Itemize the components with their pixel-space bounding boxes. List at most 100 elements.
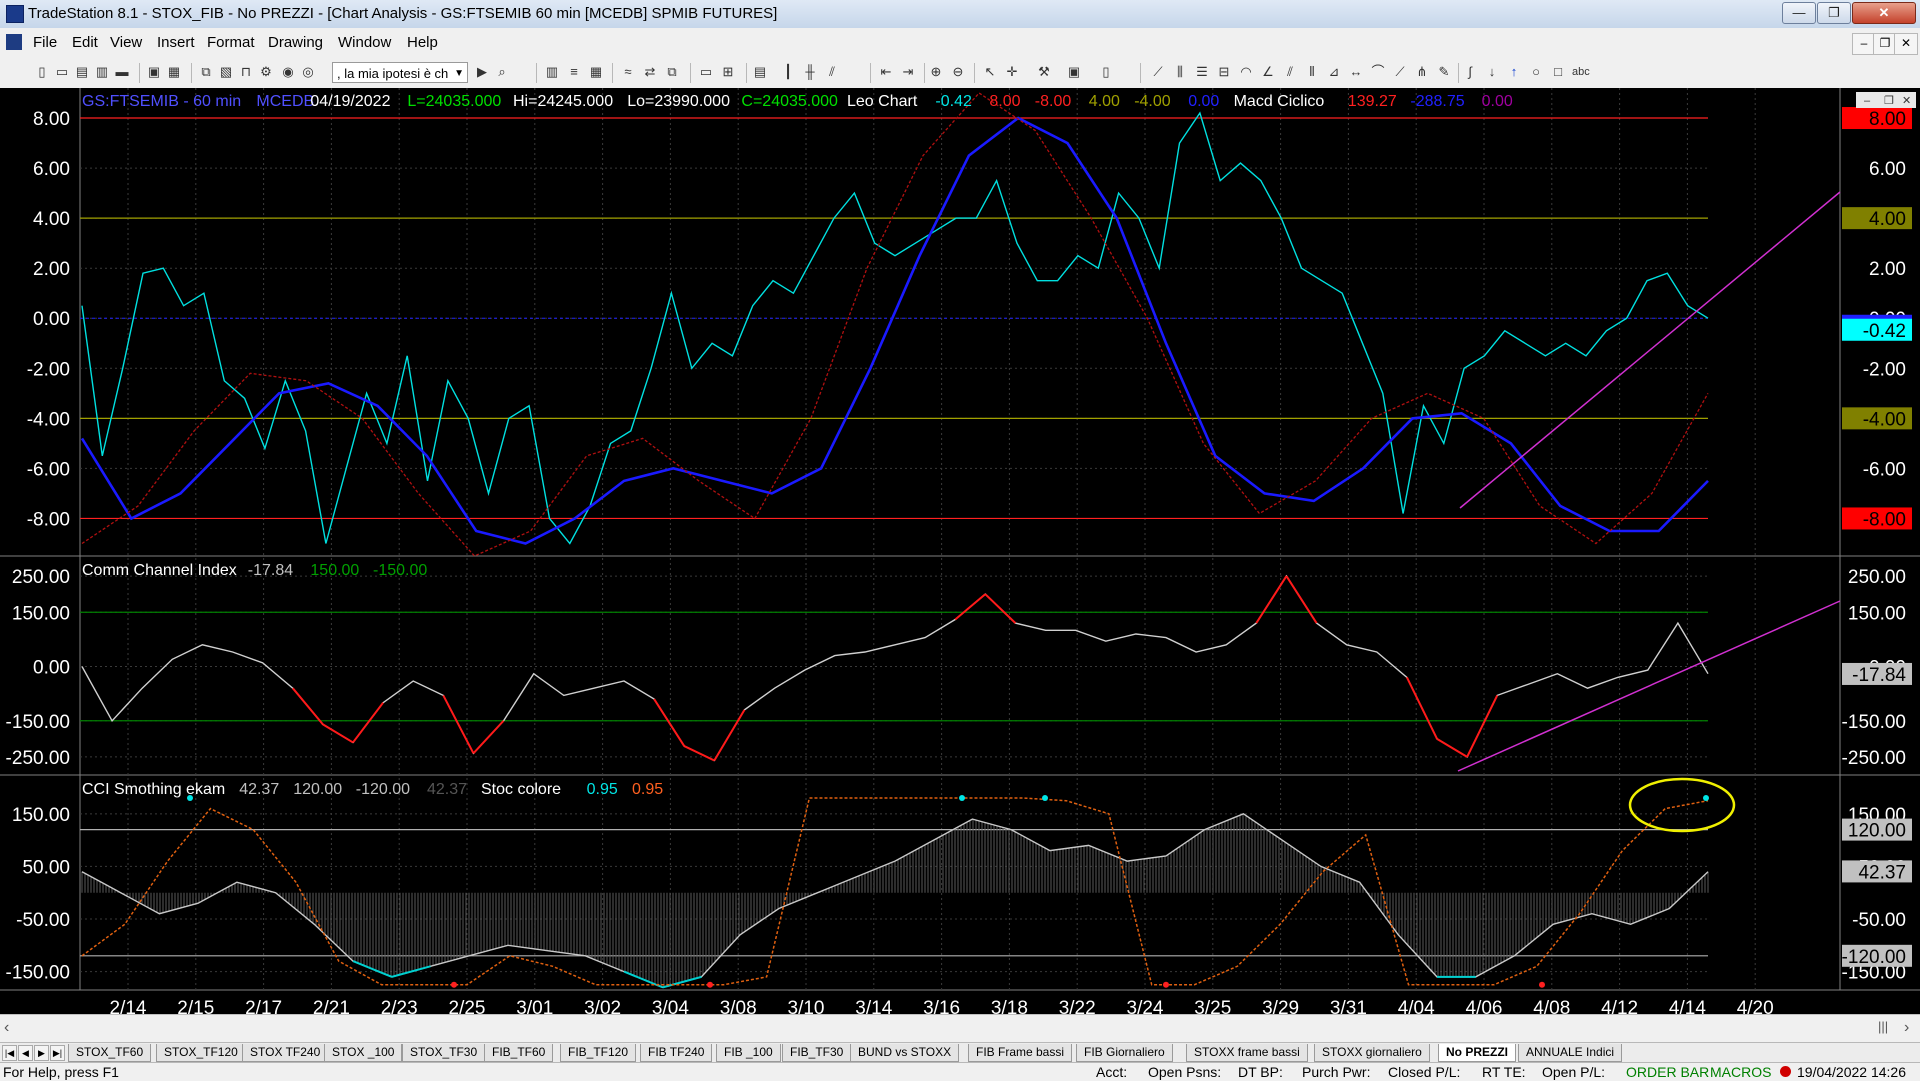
tab-prev-icon[interactable]: ◀ xyxy=(18,1045,33,1061)
workspace-tab[interactable]: FIB_TF120 xyxy=(560,1044,637,1062)
search-icon[interactable]: ⌕ xyxy=(494,64,510,80)
pen-icon[interactable]: ✎ xyxy=(1436,64,1452,80)
open-folder-icon[interactable]: ▭ xyxy=(54,64,70,80)
workspace-tab[interactable]: STOX_TF120 xyxy=(156,1044,246,1062)
copy-icon[interactable]: ⧉ xyxy=(198,64,214,80)
workspace-tab[interactable]: ANNUALE Indici xyxy=(1518,1044,1623,1062)
workspace-tab[interactable]: STOX_TF30 xyxy=(402,1044,486,1062)
subwindow-close-icon[interactable]: ✕ xyxy=(1902,95,1911,107)
status-order-bar[interactable]: ORDER BAR xyxy=(1626,1064,1709,1080)
workspace-tab[interactable]: STOXX frame bassi xyxy=(1186,1044,1308,1062)
mdi-close-button[interactable]: ✕ xyxy=(1894,33,1918,55)
workspace-tab[interactable]: No PREZZI xyxy=(1438,1044,1516,1062)
bar-style-icon[interactable]: ╫ xyxy=(802,64,818,80)
menu-view[interactable]: View xyxy=(110,34,142,51)
new-document-icon[interactable]: ▯ xyxy=(34,64,50,80)
horizontal-lines-icon[interactable]: ☰ xyxy=(1194,64,1210,80)
arc-icon[interactable]: ◠ xyxy=(1238,64,1254,80)
lock-icon[interactable]: ⊓ xyxy=(238,64,254,80)
minimize-button[interactable]: — xyxy=(1782,2,1816,24)
pitchfork-icon[interactable]: ⋔ xyxy=(1414,64,1430,80)
rectangle-icon[interactable]: □ xyxy=(1550,64,1566,80)
workspace-tab[interactable]: STOX TF240 xyxy=(242,1044,329,1062)
cycle-icon[interactable]: ⌒ xyxy=(1370,64,1386,80)
new-workspace-icon[interactable]: ▤ xyxy=(74,64,90,80)
status-macros[interactable]: MACROS xyxy=(1710,1064,1771,1080)
workspace-tab[interactable]: BUND vs STOXX xyxy=(850,1044,960,1062)
disabled-icon[interactable]: ▯ xyxy=(1098,64,1114,80)
scroll-right-arrow[interactable]: › xyxy=(1904,1019,1909,1037)
chart-window-icon[interactable] xyxy=(6,34,22,50)
menu-window[interactable]: Window xyxy=(338,34,391,51)
strategy-icon[interactable]: ⇄ xyxy=(642,64,658,80)
calculator-icon[interactable]: ▤ xyxy=(752,64,768,80)
vertical-lines-icon[interactable]: ⫴ xyxy=(1304,64,1320,80)
workspace-tab[interactable]: STOXX giornaliero xyxy=(1314,1044,1430,1062)
menu-drawing[interactable]: Drawing xyxy=(268,34,323,51)
zoom-out-icon[interactable]: ⊖ xyxy=(950,64,966,80)
indicator-icon[interactable]: ⧉ xyxy=(664,64,680,80)
speed-lines-icon[interactable]: ⟋ xyxy=(1392,64,1408,80)
tab-first-icon[interactable]: |◀ xyxy=(2,1045,17,1061)
play-icon[interactable]: ▶ xyxy=(474,64,490,80)
angle-icon[interactable]: ∠ xyxy=(1260,64,1276,80)
line-style-icon[interactable]: ⫽ xyxy=(824,64,840,80)
chevron-down-icon[interactable]: ▼ xyxy=(454,63,464,82)
scroll-left-arrow[interactable]: ‹ xyxy=(4,1019,9,1037)
globe-icon[interactable]: ◉ xyxy=(280,64,296,80)
scroll-thumb[interactable]: ||| xyxy=(1878,1019,1888,1034)
workspace-tab[interactable]: FIB_TF60 xyxy=(484,1044,554,1062)
workspace-tab[interactable]: STOX_TF60 xyxy=(68,1044,152,1062)
tab-last-icon[interactable]: ▶| xyxy=(50,1045,65,1061)
note-combo[interactable]: , la mia ipotesi è ch ▼ xyxy=(332,62,468,83)
workspace-tab[interactable]: FIB _100 xyxy=(716,1044,781,1062)
menu-edit[interactable]: Edit xyxy=(72,34,98,51)
tools-icon[interactable]: ⚒ xyxy=(1036,64,1052,80)
menu-file[interactable]: File xyxy=(33,34,57,51)
workspace-tab[interactable]: STOX _100 xyxy=(324,1044,403,1062)
tab-next-icon[interactable]: ▶ xyxy=(34,1045,49,1061)
scroll-right-icon[interactable]: ⇥ xyxy=(900,64,916,80)
pointer-icon[interactable]: ↖ xyxy=(982,64,998,80)
workspace-tab[interactable]: FIB_TF30 xyxy=(782,1044,852,1062)
workspace-tab[interactable]: FIB Giornaliero xyxy=(1076,1044,1173,1062)
freehand-icon[interactable]: ∫ xyxy=(1462,64,1478,80)
subwindow-restore-icon[interactable]: ❐ xyxy=(1884,95,1894,107)
arrow-up-icon[interactable]: ↑ xyxy=(1506,64,1522,80)
ellipse-icon[interactable]: ○ xyxy=(1528,64,1544,80)
folder-icon[interactable]: ▬ xyxy=(114,64,130,80)
candlestick-icon[interactable]: ┃ xyxy=(780,64,796,80)
settings-icon[interactable]: ⚙ xyxy=(258,64,274,80)
grid-icon[interactable]: ▦ xyxy=(588,64,604,80)
close-button[interactable]: ✕ xyxy=(1852,2,1916,24)
menu-help[interactable]: Help xyxy=(407,34,438,51)
ruler-icon[interactable]: ⊿ xyxy=(1326,64,1342,80)
menu-insert[interactable]: Insert xyxy=(157,34,195,51)
menu-format[interactable]: Format xyxy=(207,34,255,51)
open-workspace-icon[interactable]: ▥ xyxy=(94,64,110,80)
crosshair-icon[interactable]: ✛ xyxy=(1004,64,1020,80)
tile-icon[interactable]: ⊞ xyxy=(720,64,736,80)
horizontal-scrollbar[interactable]: ‹ ||| › xyxy=(0,1014,1920,1043)
subwindow-min-icon[interactable]: – xyxy=(1864,95,1871,107)
arrow-down-icon[interactable]: ↓ xyxy=(1484,64,1500,80)
window-icon[interactable]: ▭ xyxy=(698,64,714,80)
save-icon[interactable]: ▣ xyxy=(146,64,162,80)
channel-icon[interactable]: ⫽ xyxy=(1282,64,1298,80)
scroll-left-icon[interactable]: ⇤ xyxy=(878,64,894,80)
fib-icon[interactable]: ⫼ xyxy=(1172,64,1188,80)
chart-area[interactable]: 8.00 8.00 6.00 6.00 4.00 4.00 2.00 2.00 0.00 0.00… xyxy=(0,88,1920,1014)
print-icon[interactable]: ▦ xyxy=(166,64,182,80)
maximize-button[interactable]: ❐ xyxy=(1817,2,1851,24)
workspace-tab[interactable]: FIB TF240 xyxy=(640,1044,713,1062)
workspace-tab[interactable]: FIB Frame bassi xyxy=(968,1044,1073,1062)
analysis-icon[interactable]: ≈ xyxy=(620,64,636,80)
macro-icon[interactable]: ◎ xyxy=(300,64,316,80)
paste-icon[interactable]: ▧ xyxy=(218,64,234,80)
arrow-both-icon[interactable]: ↔ xyxy=(1348,64,1364,80)
trendline-icon[interactable]: ⟋ xyxy=(1150,64,1166,80)
zoom-in-icon[interactable]: ⊕ xyxy=(928,64,944,80)
gann-icon[interactable]: ⊟ xyxy=(1216,64,1232,80)
text-tool-icon[interactable]: abc xyxy=(1572,64,1590,80)
chart-window-icon[interactable]: ▣ xyxy=(1066,64,1082,80)
